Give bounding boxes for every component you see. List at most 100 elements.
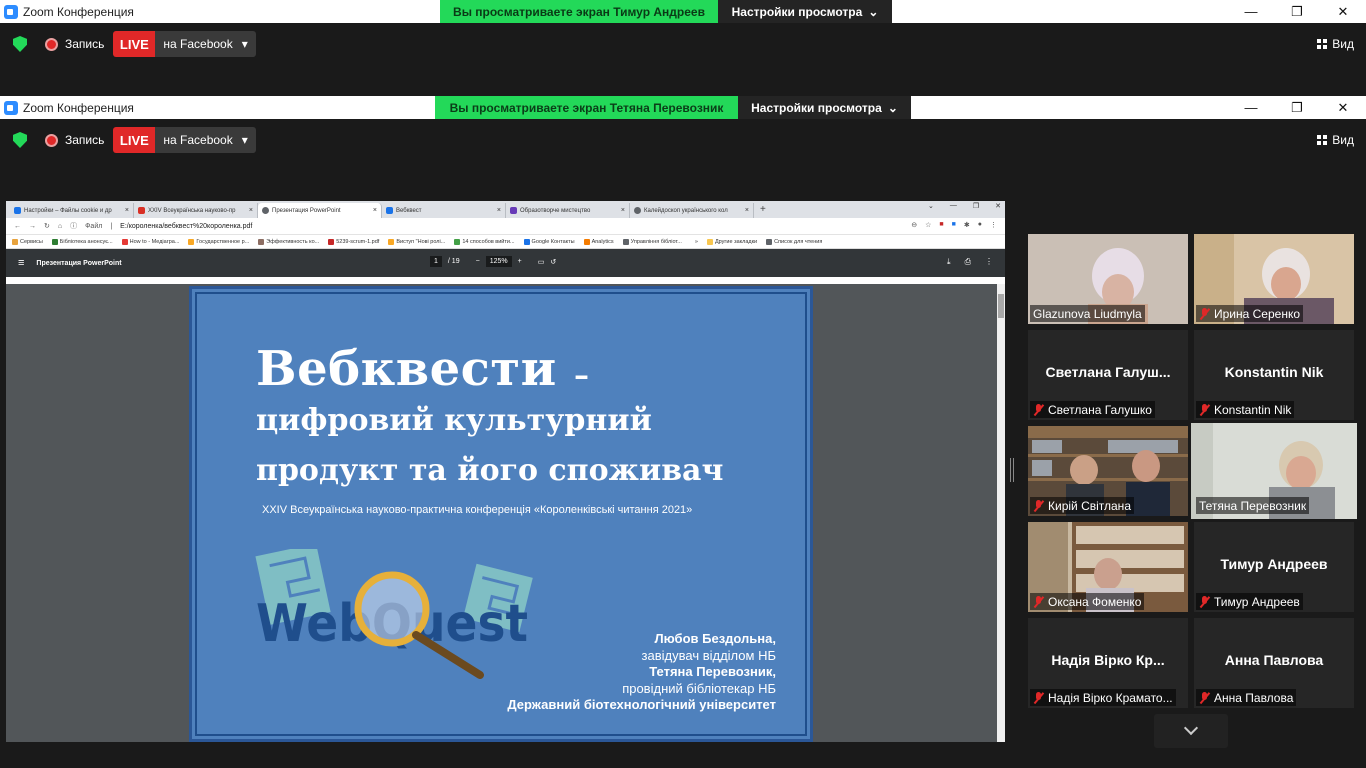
gallery-next-page-button[interactable]	[1154, 714, 1228, 748]
participant-tile[interactable]: Glazunova Liudmyla	[1028, 234, 1188, 324]
more-bookmarks-icon[interactable]: »	[695, 239, 698, 245]
zoom-in-icon[interactable]: +	[518, 258, 522, 265]
close-button[interactable]: ✕	[1320, 96, 1366, 119]
security-shield-icon[interactable]	[13, 36, 27, 52]
zoom-icon[interactable]: ⊖	[911, 221, 917, 229]
view-button[interactable]: Вид	[1317, 23, 1354, 65]
minimize-button[interactable]: —	[1228, 0, 1274, 23]
rotate-icon[interactable]: ↺	[550, 258, 556, 266]
close-button[interactable]: ✕	[995, 202, 1001, 210]
browser-tab[interactable]: Образотворче мистецтво ×	[506, 203, 630, 218]
close-tab-icon[interactable]: ×	[249, 207, 253, 214]
bookmark-label: 5239-scrum-1.pdf	[336, 238, 380, 245]
participant-tile[interactable]: Konstantin Nik Konstantin Nik	[1194, 330, 1354, 420]
page-number-input[interactable]: 1	[430, 256, 442, 267]
window-title: Zoom Конференция	[23, 4, 134, 19]
share-status: Вы просматриваете экран Тимур Андреев	[440, 0, 718, 23]
restore-button[interactable]: ❐	[1274, 96, 1320, 119]
record-label[interactable]: Запись	[65, 37, 104, 51]
browser-tab[interactable]: Настройки – Файлы cookie и др ×	[10, 203, 134, 218]
chevron-down-icon	[1183, 720, 1199, 736]
participant-tile[interactable]: Надія Вірко Кр... Надія Вірко Крамато...	[1028, 618, 1188, 708]
participant-name-text: Светлана Галушко	[1048, 402, 1152, 417]
scrollbar[interactable]	[997, 284, 1005, 742]
info-icon[interactable]: ⓘ	[70, 221, 77, 231]
close-tab-icon[interactable]: ×	[497, 207, 501, 214]
minimize-button[interactable]: —	[950, 202, 957, 210]
bookmark-item[interactable]: How to - Медіагра...	[121, 238, 179, 245]
new-tab-icon[interactable]: +	[760, 204, 766, 215]
download-icon[interactable]: ⤓	[947, 257, 951, 267]
bookmark-item[interactable]: Analytics	[583, 238, 614, 245]
extension-shield-icon[interactable]: ■	[939, 221, 943, 229]
live-destination-dropdown[interactable]: на Facebook ▾	[155, 31, 256, 57]
view-settings-button[interactable]: Настройки просмотра ⌄	[718, 0, 892, 23]
bookmark-item[interactable]: Сервисы	[12, 238, 43, 245]
pdf-viewer[interactable]: Вебквести – цифровий культурний продукт …	[6, 284, 1005, 742]
bookmark-item[interactable]: 14 способов вийти...	[454, 238, 515, 245]
participant-name: Кирій Світлана	[1030, 497, 1134, 514]
globe-favicon-icon	[634, 207, 641, 214]
participant-tile-active-speaker[interactable]: Тетяна Перевозник	[1191, 423, 1357, 519]
browser-tab-active[interactable]: Презентация PowerPoint ×	[258, 203, 382, 218]
home-icon[interactable]: ⌂	[58, 223, 62, 230]
grid-view-icon	[1317, 39, 1328, 49]
bookmark-item[interactable]: Управління бібліот...	[622, 238, 682, 245]
participant-tile[interactable]: Анна Павлова Анна Павлова	[1194, 618, 1354, 708]
print-icon[interactable]: ⎙	[965, 257, 971, 267]
browser-tab[interactable]: XXIV Всеукраїнська науково-пр ×	[134, 203, 258, 218]
close-tab-icon[interactable]: ×	[125, 207, 129, 214]
bookmark-item[interactable]: Эффективность ко...	[258, 238, 319, 245]
participant-tile[interactable]: Светлана Галуш... Светлана Галушко	[1028, 330, 1188, 420]
bookmark-item[interactable]: Google Контакты	[523, 238, 575, 245]
bookmark-item[interactable]: Список для чтения	[766, 238, 822, 245]
profile-avatar-icon[interactable]: ●	[978, 221, 982, 229]
hamburger-menu-icon[interactable]: ≡	[18, 257, 24, 269]
zoom-out-icon[interactable]: −	[476, 258, 480, 265]
extension-translate-icon[interactable]: ■	[952, 221, 956, 229]
participant-tile[interactable]: Ирина Серенко	[1194, 234, 1354, 324]
zoom-input[interactable]: 125%	[485, 256, 512, 267]
star-icon[interactable]: ☆	[925, 221, 931, 229]
close-tab-icon[interactable]: ×	[621, 207, 625, 214]
tab-label: Вебквест	[396, 207, 422, 214]
share-status: Вы просматриваете экран Тетяна Перевозни…	[435, 96, 738, 119]
kebab-menu-icon[interactable]: ⋮	[990, 221, 997, 229]
close-button[interactable]: ✕	[1320, 0, 1366, 23]
restore-button[interactable]: ❐	[1274, 0, 1320, 23]
participant-tile[interactable]: Кирій Світлана	[1028, 426, 1188, 516]
live-destination-dropdown[interactable]: на Facebook ▾	[155, 127, 256, 153]
participant-tile[interactable]: Тимур Андреев Тимур Андреев	[1194, 522, 1354, 612]
forward-icon[interactable]: →	[29, 223, 36, 230]
author1-role: завідувач відділом НБ	[641, 647, 776, 663]
record-label[interactable]: Запись	[65, 133, 104, 147]
bookmark-item[interactable]: Государственное р...	[188, 238, 249, 245]
bookmark-favicon-icon	[622, 238, 629, 245]
shared-screen[interactable]: Настройки – Файлы cookie и др × XXIV Всеу…	[6, 201, 1005, 742]
scrollbar-thumb[interactable]	[998, 294, 1004, 318]
tab-search-icon[interactable]: ⌄	[928, 202, 934, 210]
restore-button[interactable]: ❐	[973, 202, 979, 210]
view-button[interactable]: Вид	[1317, 119, 1354, 161]
minimize-button[interactable]: —	[1228, 96, 1274, 119]
bookmark-item[interactable]: Бібліотека анонсує...	[51, 238, 113, 245]
bookmark-item[interactable]: Виступ "Нові ролі...	[388, 238, 445, 245]
bookmark-item[interactable]: Другие закладки	[706, 238, 757, 245]
split-resize-handle[interactable]	[1010, 458, 1014, 482]
url-input[interactable]: E:/короленка/вебквест%20короленка.pdf	[120, 223, 252, 230]
close-tab-icon[interactable]: ×	[373, 207, 377, 214]
puzzle-icon[interactable]: ✱	[964, 221, 970, 229]
participant-tile[interactable]: Оксана Фоменко	[1028, 522, 1188, 612]
browser-tab[interactable]: Вебквест ×	[382, 203, 506, 218]
view-settings-button[interactable]: Настройки просмотра ⌄	[738, 96, 911, 119]
more-options-icon[interactable]: ⋮	[985, 257, 993, 267]
close-tab-icon[interactable]: ×	[745, 207, 749, 214]
participant-name: Надія Вірко Крамато...	[1030, 689, 1176, 706]
security-shield-icon[interactable]	[13, 132, 27, 148]
reload-icon[interactable]: ↻	[44, 222, 50, 230]
fit-page-icon[interactable]: ▭	[538, 258, 545, 266]
caret-down-icon: ▾	[241, 37, 248, 51]
bookmark-item[interactable]: 5239-scrum-1.pdf	[328, 238, 380, 245]
back-icon[interactable]: ←	[14, 223, 21, 230]
browser-tab[interactable]: Калейдоскоп українського кол ×	[630, 203, 754, 218]
